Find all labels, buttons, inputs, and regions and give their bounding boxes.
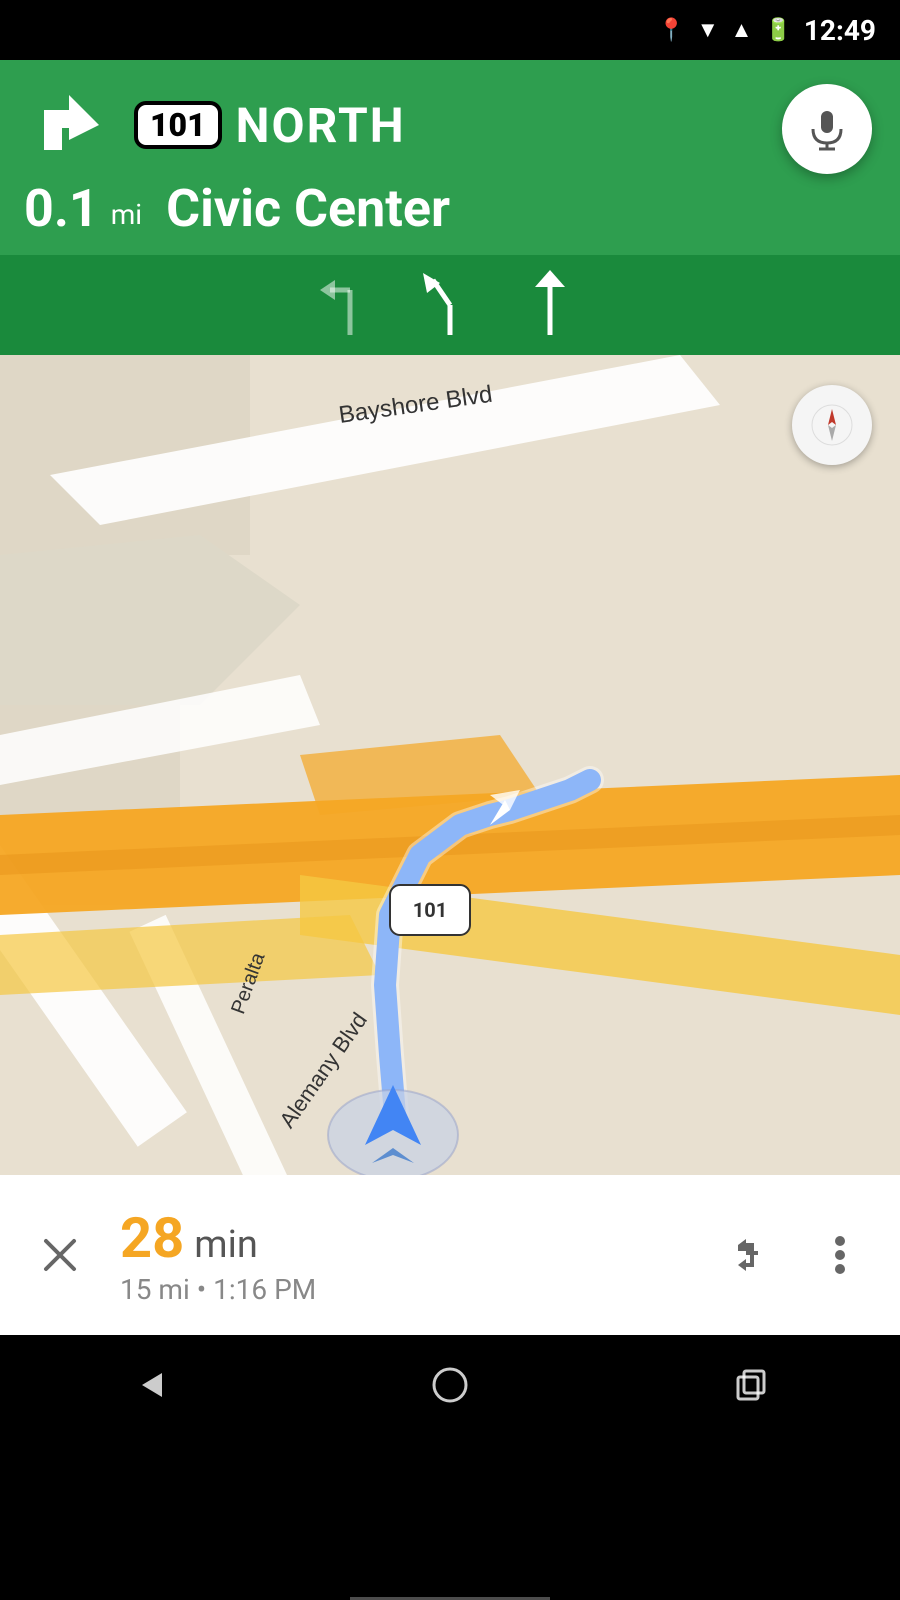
- recents-icon: [730, 1365, 770, 1405]
- lane-straight-icon: [515, 265, 585, 345]
- eta-separator: •: [197, 1273, 213, 1306]
- highway-badge: 101 NORTH: [134, 97, 406, 154]
- location-icon: 📍: [657, 18, 684, 43]
- android-nav-bar: [0, 1335, 900, 1435]
- nav-distance: 0.1: [24, 178, 99, 239]
- nav-distance-unit: mi: [111, 198, 142, 231]
- route-options-button[interactable]: [720, 1225, 780, 1285]
- home-icon: [430, 1365, 470, 1405]
- map-area[interactable]: 101 Bayshore Blvd Alemany Blvd Peralta: [0, 355, 900, 1175]
- wifi-icon: ▼: [697, 17, 719, 43]
- battery-icon: 🔋: [764, 18, 791, 43]
- more-options-icon: [834, 1233, 846, 1277]
- eta-section: 28 min 15 mi • 1:16 PM: [110, 1205, 700, 1306]
- lane-guidance: [0, 255, 900, 355]
- bottom-bar: 28 min 15 mi • 1:16 PM: [0, 1175, 900, 1335]
- lane-slight-left-icon: [415, 265, 485, 345]
- home-button[interactable]: [420, 1355, 480, 1415]
- map-svg: 101 Bayshore Blvd Alemany Blvd Peralta: [0, 355, 900, 1175]
- svg-text:101: 101: [413, 898, 447, 922]
- status-time: 12:49: [804, 14, 876, 47]
- nav-top-row: 101 NORTH: [24, 80, 876, 170]
- eta-min-label: min: [194, 1223, 258, 1267]
- close-icon: [38, 1233, 82, 1277]
- lane-left-turn-icon: [315, 265, 385, 345]
- eta-distance: 15 mi: [120, 1273, 190, 1306]
- recents-button[interactable]: [720, 1355, 780, 1415]
- highway-direction: NORTH: [236, 97, 406, 154]
- nav-header: 101 NORTH 0.1 mi Civic Center: [0, 60, 900, 255]
- eta-minutes: 28: [120, 1205, 184, 1271]
- close-button[interactable]: [30, 1225, 90, 1285]
- signal-icon: ▲: [731, 17, 753, 43]
- route-options-icon: [728, 1233, 772, 1277]
- eta-time: 28 min: [120, 1205, 700, 1271]
- compass-icon: [810, 403, 854, 447]
- highway-shield: 101: [134, 101, 222, 149]
- eta-details: 15 mi • 1:16 PM: [120, 1273, 700, 1306]
- more-options-button[interactable]: [810, 1225, 870, 1285]
- back-icon: [130, 1365, 170, 1405]
- compass-button[interactable]: [792, 385, 872, 465]
- nav-bottom-row: 0.1 mi Civic Center: [24, 178, 876, 255]
- turn-arrow-icon: [24, 80, 114, 170]
- back-button[interactable]: [120, 1355, 180, 1415]
- bottom-actions: [720, 1225, 870, 1285]
- eta-arrival: 1:16 PM: [213, 1273, 316, 1306]
- nav-street: Civic Center: [166, 178, 450, 239]
- mic-icon: [805, 107, 849, 151]
- mic-button[interactable]: [782, 84, 872, 174]
- status-bar: 📍 ▼ ▲ 🔋 12:49: [0, 0, 900, 60]
